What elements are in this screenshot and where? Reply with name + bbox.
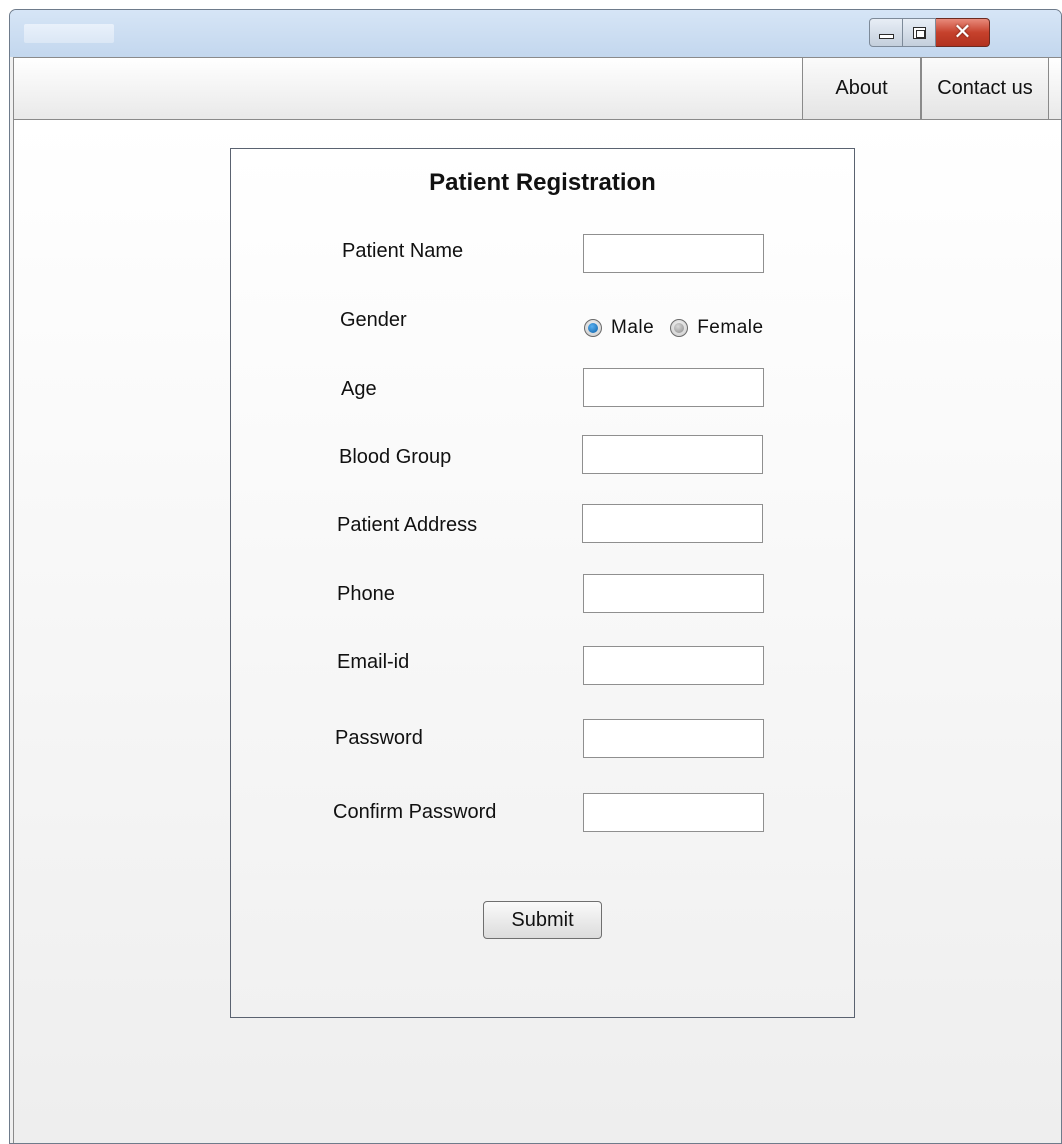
window-title	[24, 24, 114, 43]
gender-radio-group: Male Female	[584, 317, 780, 339]
contact-us-button[interactable]: Contact us	[921, 57, 1049, 120]
title-bar[interactable]: ✕	[10, 10, 1061, 57]
maximize-icon	[913, 27, 926, 39]
password-label: Password	[335, 727, 423, 749]
about-button[interactable]: About	[802, 57, 921, 120]
minimize-icon	[879, 34, 894, 39]
minimize-button[interactable]	[869, 18, 903, 47]
gender-female-label[interactable]: Female	[697, 317, 763, 339]
submit-button[interactable]: Submit	[483, 901, 602, 939]
form-title: Patient Registration	[429, 169, 656, 196]
registration-form: Patient Registration Patient Name Gender…	[230, 148, 855, 1018]
window-client-area: About Contact us Patient Registration Pa…	[10, 57, 1061, 1143]
nav-bar: About Contact us	[13, 57, 1061, 120]
password-input[interactable]	[583, 719, 764, 758]
maximize-button[interactable]	[903, 18, 936, 47]
patient-address-label: Patient Address	[337, 514, 478, 536]
app-window: ✕ About Contact us Patient Registration …	[9, 9, 1062, 1144]
patient-name-input[interactable]	[583, 234, 764, 273]
blood-group-input[interactable]	[582, 435, 763, 474]
email-input[interactable]	[583, 646, 764, 685]
gender-male-label[interactable]: Male	[611, 317, 654, 339]
age-label: Age	[341, 378, 377, 400]
patient-address-input[interactable]	[582, 504, 763, 543]
phone-input[interactable]	[583, 574, 764, 613]
blood-group-label: Blood Group	[339, 446, 452, 468]
email-label: Email-id	[337, 651, 410, 673]
gender-female-radio[interactable]	[670, 319, 689, 337]
main-content: Patient Registration Patient Name Gender…	[13, 120, 1061, 1143]
radio-unselected-dot	[674, 323, 685, 333]
age-input[interactable]	[583, 368, 764, 407]
phone-label: Phone	[337, 583, 395, 605]
radio-selected-dot	[588, 323, 598, 333]
confirm-password-input[interactable]	[583, 793, 764, 832]
close-button[interactable]: ✕	[936, 18, 990, 47]
patient-name-label: Patient Name	[342, 240, 464, 262]
close-icon: ✕	[953, 20, 972, 45]
confirm-password-label: Confirm Password	[333, 801, 497, 823]
gender-label: Gender	[340, 309, 407, 331]
gender-male-radio[interactable]	[584, 319, 602, 337]
